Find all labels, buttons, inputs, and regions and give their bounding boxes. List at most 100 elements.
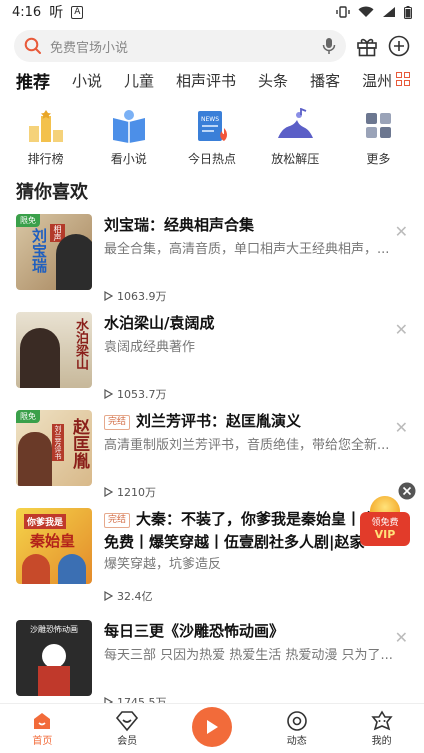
nav-mine[interactable]: 我的	[352, 710, 412, 747]
cover-image: 沙雕恐怖动画	[16, 620, 92, 696]
nav-player[interactable]	[182, 706, 242, 747]
cover-title: 秦始皇	[30, 532, 76, 550]
dismiss-icon[interactable]: ✕	[395, 418, 408, 437]
nav-vip[interactable]: 会员	[97, 710, 157, 747]
gift-icon[interactable]	[356, 35, 378, 57]
vip-text-line1: 领免费	[371, 518, 399, 528]
status-a-icon: A	[71, 5, 84, 19]
play-count-text: 1210万	[117, 486, 156, 499]
play-count-icon	[104, 291, 113, 301]
quick-more[interactable]: 更多	[337, 108, 420, 170]
close-float-icon[interactable]	[398, 482, 416, 500]
free-badge: 限免	[16, 214, 40, 227]
svg-text:NEWS: NEWS	[201, 116, 219, 123]
vip-text-line2: VIP	[374, 528, 396, 541]
quick-novel[interactable]: 看小说	[87, 108, 170, 170]
vibrate-icon	[336, 6, 350, 18]
play-count-text: 1063.9万	[117, 290, 167, 303]
status-bar: 4:16 听 A	[0, 0, 424, 24]
finished-tag: 完结	[104, 513, 131, 528]
nav-mine-label: 我的	[371, 736, 392, 747]
dismiss-icon[interactable]: ✕	[395, 320, 408, 339]
tab-headlines[interactable]: 头条	[258, 70, 288, 91]
status-time: 4:16	[12, 4, 42, 20]
quick-relax-label: 放松解压	[271, 152, 320, 166]
quick-novel-label: 看小说	[110, 152, 147, 166]
cover-character	[22, 554, 50, 584]
tab-wenzhou[interactable]: 温州	[362, 70, 392, 91]
cover-image: 限免 刘兰芳评书 赵匡胤	[16, 410, 92, 486]
item-title: 水泊梁山/袁阔成	[104, 314, 215, 332]
cover-subtitle: 刘兰芳评书	[52, 424, 64, 461]
free-vip-float[interactable]: 领免费 VIP	[358, 482, 418, 554]
cover-image: 水泊梁山	[16, 312, 92, 388]
cover-image: 你爹我是 秦始皇	[16, 508, 92, 584]
play-count: 32.4亿	[104, 588, 153, 604]
finished-tag: 完结	[104, 415, 131, 430]
cover-title: 赵匡胤	[69, 418, 89, 469]
list-item[interactable]: 水泊梁山 水泊梁山/袁阔成 袁阔成经典著作 1053.7万 ✕	[0, 312, 424, 410]
bottom-nav: 首页 会员 动态 我的	[0, 703, 424, 753]
list-item[interactable]: 限免 刘宝瑞 相声 刘宝瑞：经典相声合集 最全合集，高清音质，单口相声大王经典相…	[0, 214, 424, 312]
tab-crosstalk[interactable]: 相声评书	[176, 70, 236, 91]
section-title: 猜你喜欢	[16, 182, 88, 203]
quick-ranking[interactable]: 排行榜	[4, 108, 87, 170]
compass-icon	[286, 711, 307, 731]
add-icon[interactable]	[388, 35, 410, 57]
nav-home[interactable]: 首页	[12, 710, 72, 747]
free-badge: 限免	[16, 410, 40, 423]
category-tabs: 推荐 小说 儿童 相声评书 头条 播客 温州	[0, 66, 424, 94]
item-title-text: 刘兰芳评书：赵匡胤演义	[136, 412, 302, 430]
play-count-icon	[104, 487, 113, 497]
tab-novel[interactable]: 小说	[72, 70, 102, 91]
cover-image: 限免 刘宝瑞 相声	[16, 214, 92, 290]
quick-entries: 排行榜 看小说 NEWS 今日热点 放松解压 更多	[0, 108, 424, 170]
item-title-text: 大秦：不装了，你爹我是秦始皇丨全免费丨爆笑穿越丨伍壹剧社多人剧|赵家继...	[104, 510, 377, 551]
play-count: 1053.7万	[104, 386, 167, 402]
nav-feed-label: 动态	[286, 736, 307, 747]
cover-character	[42, 644, 66, 668]
tab-children[interactable]: 儿童	[124, 70, 154, 91]
dismiss-icon[interactable]: ✕	[395, 222, 408, 241]
book-icon	[112, 110, 145, 143]
search-box[interactable]: 免费官场小说	[14, 30, 346, 62]
nav-home-label: 首页	[32, 736, 53, 747]
item-desc: 最全合集，高清音质，单口相声大王经典相声，...	[104, 242, 390, 257]
cover-title: 沙雕恐怖动画	[30, 625, 78, 634]
play-count: 1063.9万	[104, 288, 167, 304]
quick-news-label: 今日热点	[188, 152, 237, 166]
vip-card: 领免费 VIP	[360, 512, 410, 546]
quick-news[interactable]: NEWS 今日热点	[170, 108, 253, 170]
category-grid-icon[interactable]	[396, 72, 410, 86]
wifi-icon	[358, 6, 374, 17]
more-icon	[366, 113, 392, 138]
nav-vip-label: 会员	[117, 736, 138, 747]
quick-ranking-label: 排行榜	[27, 152, 64, 166]
item-title: 每日三更《沙雕恐怖动画》	[104, 622, 285, 640]
item-title: 刘宝瑞：经典相声合集	[104, 216, 255, 234]
dismiss-icon[interactable]: ✕	[395, 628, 408, 647]
nav-feed[interactable]: 动态	[267, 710, 327, 747]
play-count: 1210万	[104, 484, 156, 500]
item-desc: 高清重制版刘兰芳评书，音质绝佳，带给您全新...	[104, 438, 390, 453]
quick-relax[interactable]: 放松解压	[254, 108, 337, 170]
microphone-icon[interactable]	[322, 37, 336, 55]
cover-portrait	[20, 328, 60, 388]
tab-recommend[interactable]: 推荐	[16, 68, 50, 93]
battery-icon	[404, 5, 412, 19]
cover-portrait	[56, 234, 92, 290]
item-title: 完结 刘兰芳评书：赵匡胤演义	[104, 410, 408, 432]
vip-diamond-icon	[116, 711, 139, 732]
item-desc: 每天三部 只因为热爱 热爱生活 热爱动漫 只为了...	[104, 648, 393, 663]
search-icon	[24, 37, 41, 54]
tab-podcast[interactable]: 播客	[310, 70, 340, 91]
item-desc: 爆笑穿越，坑爹造反	[104, 557, 222, 572]
search-row: 免费官场小说	[14, 30, 410, 62]
signal-icon	[383, 7, 395, 17]
news-icon: NEWS	[198, 111, 227, 141]
cover-character	[58, 554, 86, 584]
play-button[interactable]	[191, 706, 232, 747]
play-count-text: 32.4亿	[117, 590, 153, 603]
quick-more-label: 更多	[366, 152, 391, 166]
play-count-icon	[104, 389, 113, 399]
